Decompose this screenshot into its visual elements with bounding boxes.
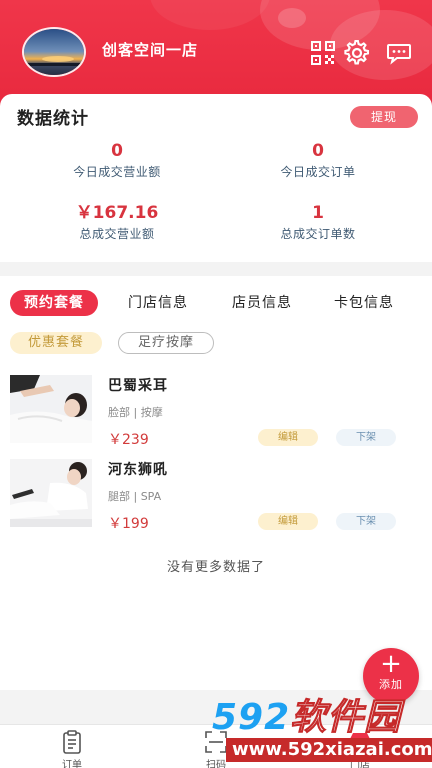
plus-icon: + <box>380 649 402 679</box>
settings-icon[interactable] <box>344 40 370 66</box>
message-icon[interactable] <box>386 40 412 66</box>
tab-store-info[interactable]: 门店信息 <box>118 290 198 316</box>
package-tags: 腿部 | SPA <box>108 490 162 503</box>
chip-discount-package[interactable]: 优惠套餐 <box>10 332 102 354</box>
stat-value: ￥167.16 <box>75 203 159 223</box>
spa-photo-image <box>10 375 92 443</box>
withdraw-button[interactable]: 提现 <box>350 106 418 128</box>
header-decoration <box>150 0 270 30</box>
edit-button[interactable]: 编辑 <box>258 513 318 530</box>
spa-photo-image <box>10 459 92 527</box>
stat-label: 今日成交营业额 <box>73 165 161 179</box>
watermark-number: 592 <box>212 697 291 738</box>
stats-title: 数据统计 <box>17 109 89 129</box>
tabbar-label: 订单 <box>62 760 82 768</box>
tab-packages[interactable]: 预约套餐 <box>10 290 98 316</box>
package-price: ￥199 <box>108 516 149 532</box>
edit-button[interactable]: 编辑 <box>258 429 318 446</box>
watermark-url: www.592xiazai.com <box>226 738 432 762</box>
stat-today-orders: 0 今日成交订单 <box>228 140 408 180</box>
stat-label: 今日成交订单 <box>280 165 356 179</box>
tabbar-item-orders[interactable]: 订单 <box>32 729 112 768</box>
stat-label: 总成交营业额 <box>79 227 155 241</box>
offline-button[interactable]: 下架 <box>336 429 396 446</box>
watermark-logo: 592软件园 <box>212 688 401 740</box>
tab-card-info[interactable]: 卡包信息 <box>324 290 404 316</box>
tab-bar: 预约套餐 门店信息 店员信息 卡包信息 <box>0 290 432 318</box>
header: 创客空间一店 <box>0 0 432 108</box>
list-item[interactable]: 巴蜀采耳 脸部 | 按摩 ￥239 编辑 下架 <box>0 375 432 455</box>
stats-card: 数据统计 提现 0 今日成交营业额 0 今日成交订单 ￥167.16 总成交营业… <box>0 94 432 262</box>
header-decoration <box>278 8 306 28</box>
stat-value: 0 <box>111 141 123 161</box>
package-thumbnail <box>10 459 92 527</box>
section-divider <box>0 262 432 276</box>
tab-staff-info[interactable]: 店员信息 <box>222 290 302 316</box>
package-tags: 脸部 | 按摩 <box>108 406 163 419</box>
watermark-brand: 软件园 <box>290 697 402 739</box>
package-name: 河东狮吼 <box>108 462 168 478</box>
offline-button[interactable]: 下架 <box>336 513 396 530</box>
store-avatar[interactable] <box>22 27 86 77</box>
stat-label: 总成交订单数 <box>280 227 356 241</box>
qr-code-icon[interactable] <box>310 40 336 66</box>
site-watermark: 592软件园 www.592xiazai.com <box>212 688 432 768</box>
package-thumbnail <box>10 375 92 443</box>
no-more-data-text: 没有更多数据了 <box>166 560 265 575</box>
package-name: 巴蜀采耳 <box>108 378 168 394</box>
category-chips: 优惠套餐 足疗按摩 <box>0 332 432 356</box>
stat-value: 1 <box>312 203 324 223</box>
sunset-image <box>24 29 84 75</box>
stat-today-revenue: 0 今日成交营业额 <box>27 140 207 180</box>
order-icon <box>63 730 81 754</box>
stat-total-orders: 1 总成交订单数 <box>228 202 408 242</box>
package-price: ￥239 <box>108 432 149 448</box>
chip-foot-massage[interactable]: 足疗按摩 <box>118 332 214 354</box>
stat-value: 0 <box>312 141 324 161</box>
list-item[interactable]: 河东狮吼 腿部 | SPA ￥199 编辑 下架 <box>0 459 432 539</box>
stat-total-revenue: ￥167.16 总成交营业额 <box>27 202 207 242</box>
store-name: 创客空间一店 <box>102 41 199 59</box>
